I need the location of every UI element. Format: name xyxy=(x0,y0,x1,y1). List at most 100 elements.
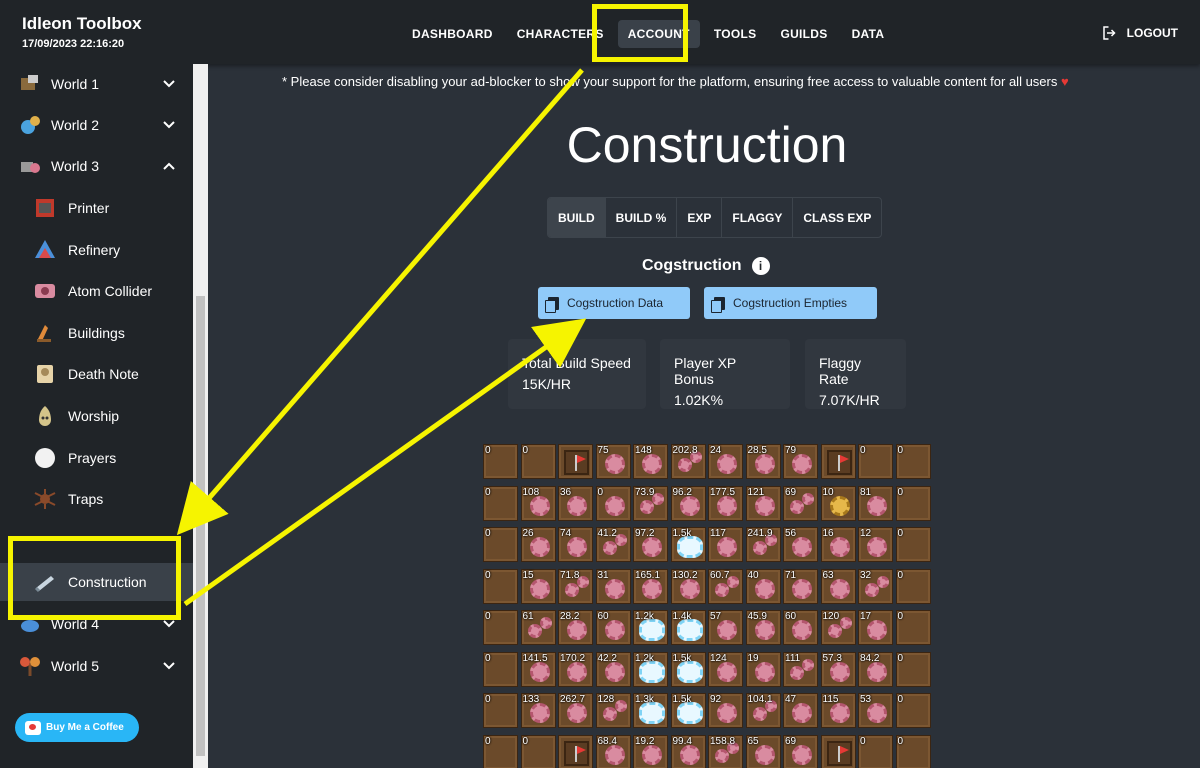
board-cell[interactable]: 96.2 xyxy=(670,485,706,521)
board-cell[interactable]: 60.7 xyxy=(708,568,743,604)
info-icon[interactable]: i xyxy=(751,257,770,275)
board-cell[interactable]: 61 xyxy=(520,610,556,645)
board-cell[interactable]: 19.2 xyxy=(633,734,668,768)
board-cell[interactable]: 56 xyxy=(783,527,818,562)
board-cell[interactable]: 99.4 xyxy=(670,734,706,768)
board-cell[interactable] xyxy=(820,444,856,479)
board-cell[interactable]: 158.8 xyxy=(708,734,743,768)
board-cell[interactable]: 0 xyxy=(895,444,931,479)
sidebar-item-refinery[interactable]: Refinery xyxy=(0,231,193,269)
board-cell[interactable] xyxy=(820,734,856,768)
board-cell[interactable]: 0 xyxy=(595,485,631,521)
board-cell[interactable]: 0 xyxy=(858,734,893,768)
board-cell[interactable]: 84.2 xyxy=(858,651,893,687)
board-cell[interactable]: 31 xyxy=(595,568,631,604)
board-cell[interactable]: 40 xyxy=(745,568,781,604)
board-cell[interactable]: 0 xyxy=(895,651,931,687)
sidebar-item-printer[interactable]: Printer xyxy=(0,189,193,227)
board-cell[interactable]: 1.4k xyxy=(670,610,706,645)
nav-tools[interactable]: TOOLS xyxy=(704,20,767,48)
board-cell[interactable]: 60 xyxy=(783,610,818,645)
tab-build[interactable]: BUILD xyxy=(548,198,606,237)
board-cell[interactable]: 128 xyxy=(595,693,631,728)
sidebar-scroll-thumb[interactable] xyxy=(196,296,205,756)
board-cell[interactable]: 148 xyxy=(633,444,668,479)
board-cell[interactable]: 69 xyxy=(783,485,818,521)
board-cell[interactable]: 0 xyxy=(520,734,556,768)
board-cell[interactable]: 0 xyxy=(483,651,518,687)
board-cell[interactable]: 1.5k xyxy=(670,693,706,728)
tab-exp[interactable]: EXP xyxy=(677,198,723,237)
board-cell[interactable]: 0 xyxy=(520,444,556,479)
board-cell[interactable]: 1.3k xyxy=(633,693,668,728)
board-cell[interactable]: 74 xyxy=(558,527,593,562)
board-cell[interactable]: 24 xyxy=(708,444,743,479)
board-cell[interactable]: 115 xyxy=(820,693,856,728)
board-cell[interactable]: 202.8 xyxy=(670,444,706,479)
tab-build-percent[interactable]: BUILD % xyxy=(606,198,678,237)
board-cell[interactable]: 0 xyxy=(483,568,518,604)
board-cell[interactable]: 47 xyxy=(783,693,818,728)
board-cell[interactable]: 53 xyxy=(858,693,893,728)
sidebar-item-buildings[interactable]: Buildings xyxy=(0,314,193,352)
board-cell[interactable]: 1.5k xyxy=(670,651,706,687)
board-cell[interactable]: 0 xyxy=(483,693,518,728)
board-cell[interactable]: 0 xyxy=(483,485,518,521)
logout-button[interactable]: LOGOUT xyxy=(1101,24,1178,42)
board-cell[interactable]: 32 xyxy=(858,568,893,604)
board-cell[interactable]: 130.2 xyxy=(670,568,706,604)
sidebar-item-worship[interactable]: Worship xyxy=(0,397,193,435)
app-title[interactable]: Idleon Toolbox xyxy=(22,14,142,34)
board-cell[interactable]: 170.2 xyxy=(558,651,593,687)
board-cell[interactable]: 16 xyxy=(820,527,856,562)
board-cell[interactable]: 0 xyxy=(895,734,931,768)
board-cell[interactable]: 0 xyxy=(858,444,893,479)
board-cell[interactable]: 69 xyxy=(783,734,818,768)
board-cell[interactable]: 121 xyxy=(745,485,781,521)
board-cell[interactable]: 45.9 xyxy=(745,610,781,645)
board-cell[interactable]: 92 xyxy=(708,693,743,728)
board-cell[interactable]: 28.5 xyxy=(745,444,781,479)
sidebar-item-atom-collider[interactable]: Atom Collider xyxy=(0,272,193,310)
board-cell[interactable]: 0 xyxy=(895,693,931,728)
board-cell[interactable]: 0 xyxy=(483,444,518,479)
board-cell[interactable]: 71 xyxy=(783,568,818,604)
sidebar-item-traps[interactable]: Traps xyxy=(0,480,193,518)
board-cell[interactable]: 141.5 xyxy=(520,651,556,687)
board-cell[interactable]: 0 xyxy=(483,610,518,645)
board-cell[interactable]: 177.5 xyxy=(708,485,743,521)
board-cell[interactable]: 0 xyxy=(895,610,931,645)
board-cell[interactable]: 28.2 xyxy=(558,610,593,645)
board-cell[interactable]: 81 xyxy=(858,485,893,521)
board-cell[interactable]: 124 xyxy=(708,651,743,687)
board-cell[interactable]: 36 xyxy=(558,485,593,521)
sidebar-item-prayers[interactable]: Prayers xyxy=(0,439,193,477)
tab-flaggy[interactable]: FLAGGY xyxy=(722,198,794,237)
board-cell[interactable]: 1.5k xyxy=(670,527,706,562)
board-cell[interactable]: 262.7 xyxy=(558,693,593,728)
board-cell[interactable]: 241.9 xyxy=(745,527,781,562)
board-cell[interactable]: 1.2k xyxy=(633,610,668,645)
board-cell[interactable]: 42.2 xyxy=(595,651,631,687)
board-cell[interactable]: 111 xyxy=(783,651,818,687)
sidebar-item-world-5[interactable]: World 5 xyxy=(0,647,193,685)
board-cell[interactable]: 1.2k xyxy=(633,651,668,687)
board-cell[interactable]: 104.1 xyxy=(745,693,781,728)
board-cell[interactable]: 97.2 xyxy=(633,527,668,562)
board-cell[interactable]: 68.4 xyxy=(595,734,631,768)
board-cell[interactable]: 17 xyxy=(858,610,893,645)
board-cell[interactable]: 75 xyxy=(595,444,631,479)
board-cell[interactable]: 0 xyxy=(483,527,518,562)
board-cell[interactable]: 10 xyxy=(820,485,856,521)
board-cell[interactable]: 0 xyxy=(895,568,931,604)
nav-guilds[interactable]: GUILDS xyxy=(770,20,837,48)
board-cell[interactable]: 15 xyxy=(520,568,556,604)
board-cell[interactable]: 133 xyxy=(520,693,556,728)
sidebar-item-world-1[interactable]: World 1 xyxy=(0,65,193,103)
nav-dashboard[interactable]: DASHBOARD xyxy=(402,20,503,48)
board-cell[interactable] xyxy=(558,734,593,768)
sidebar-item-death-note[interactable]: Death Note xyxy=(0,355,193,393)
board-cell[interactable]: 73.9 xyxy=(633,485,668,521)
board-cell[interactable]: 41.2 xyxy=(595,527,631,562)
board-cell[interactable]: 79 xyxy=(783,444,818,479)
